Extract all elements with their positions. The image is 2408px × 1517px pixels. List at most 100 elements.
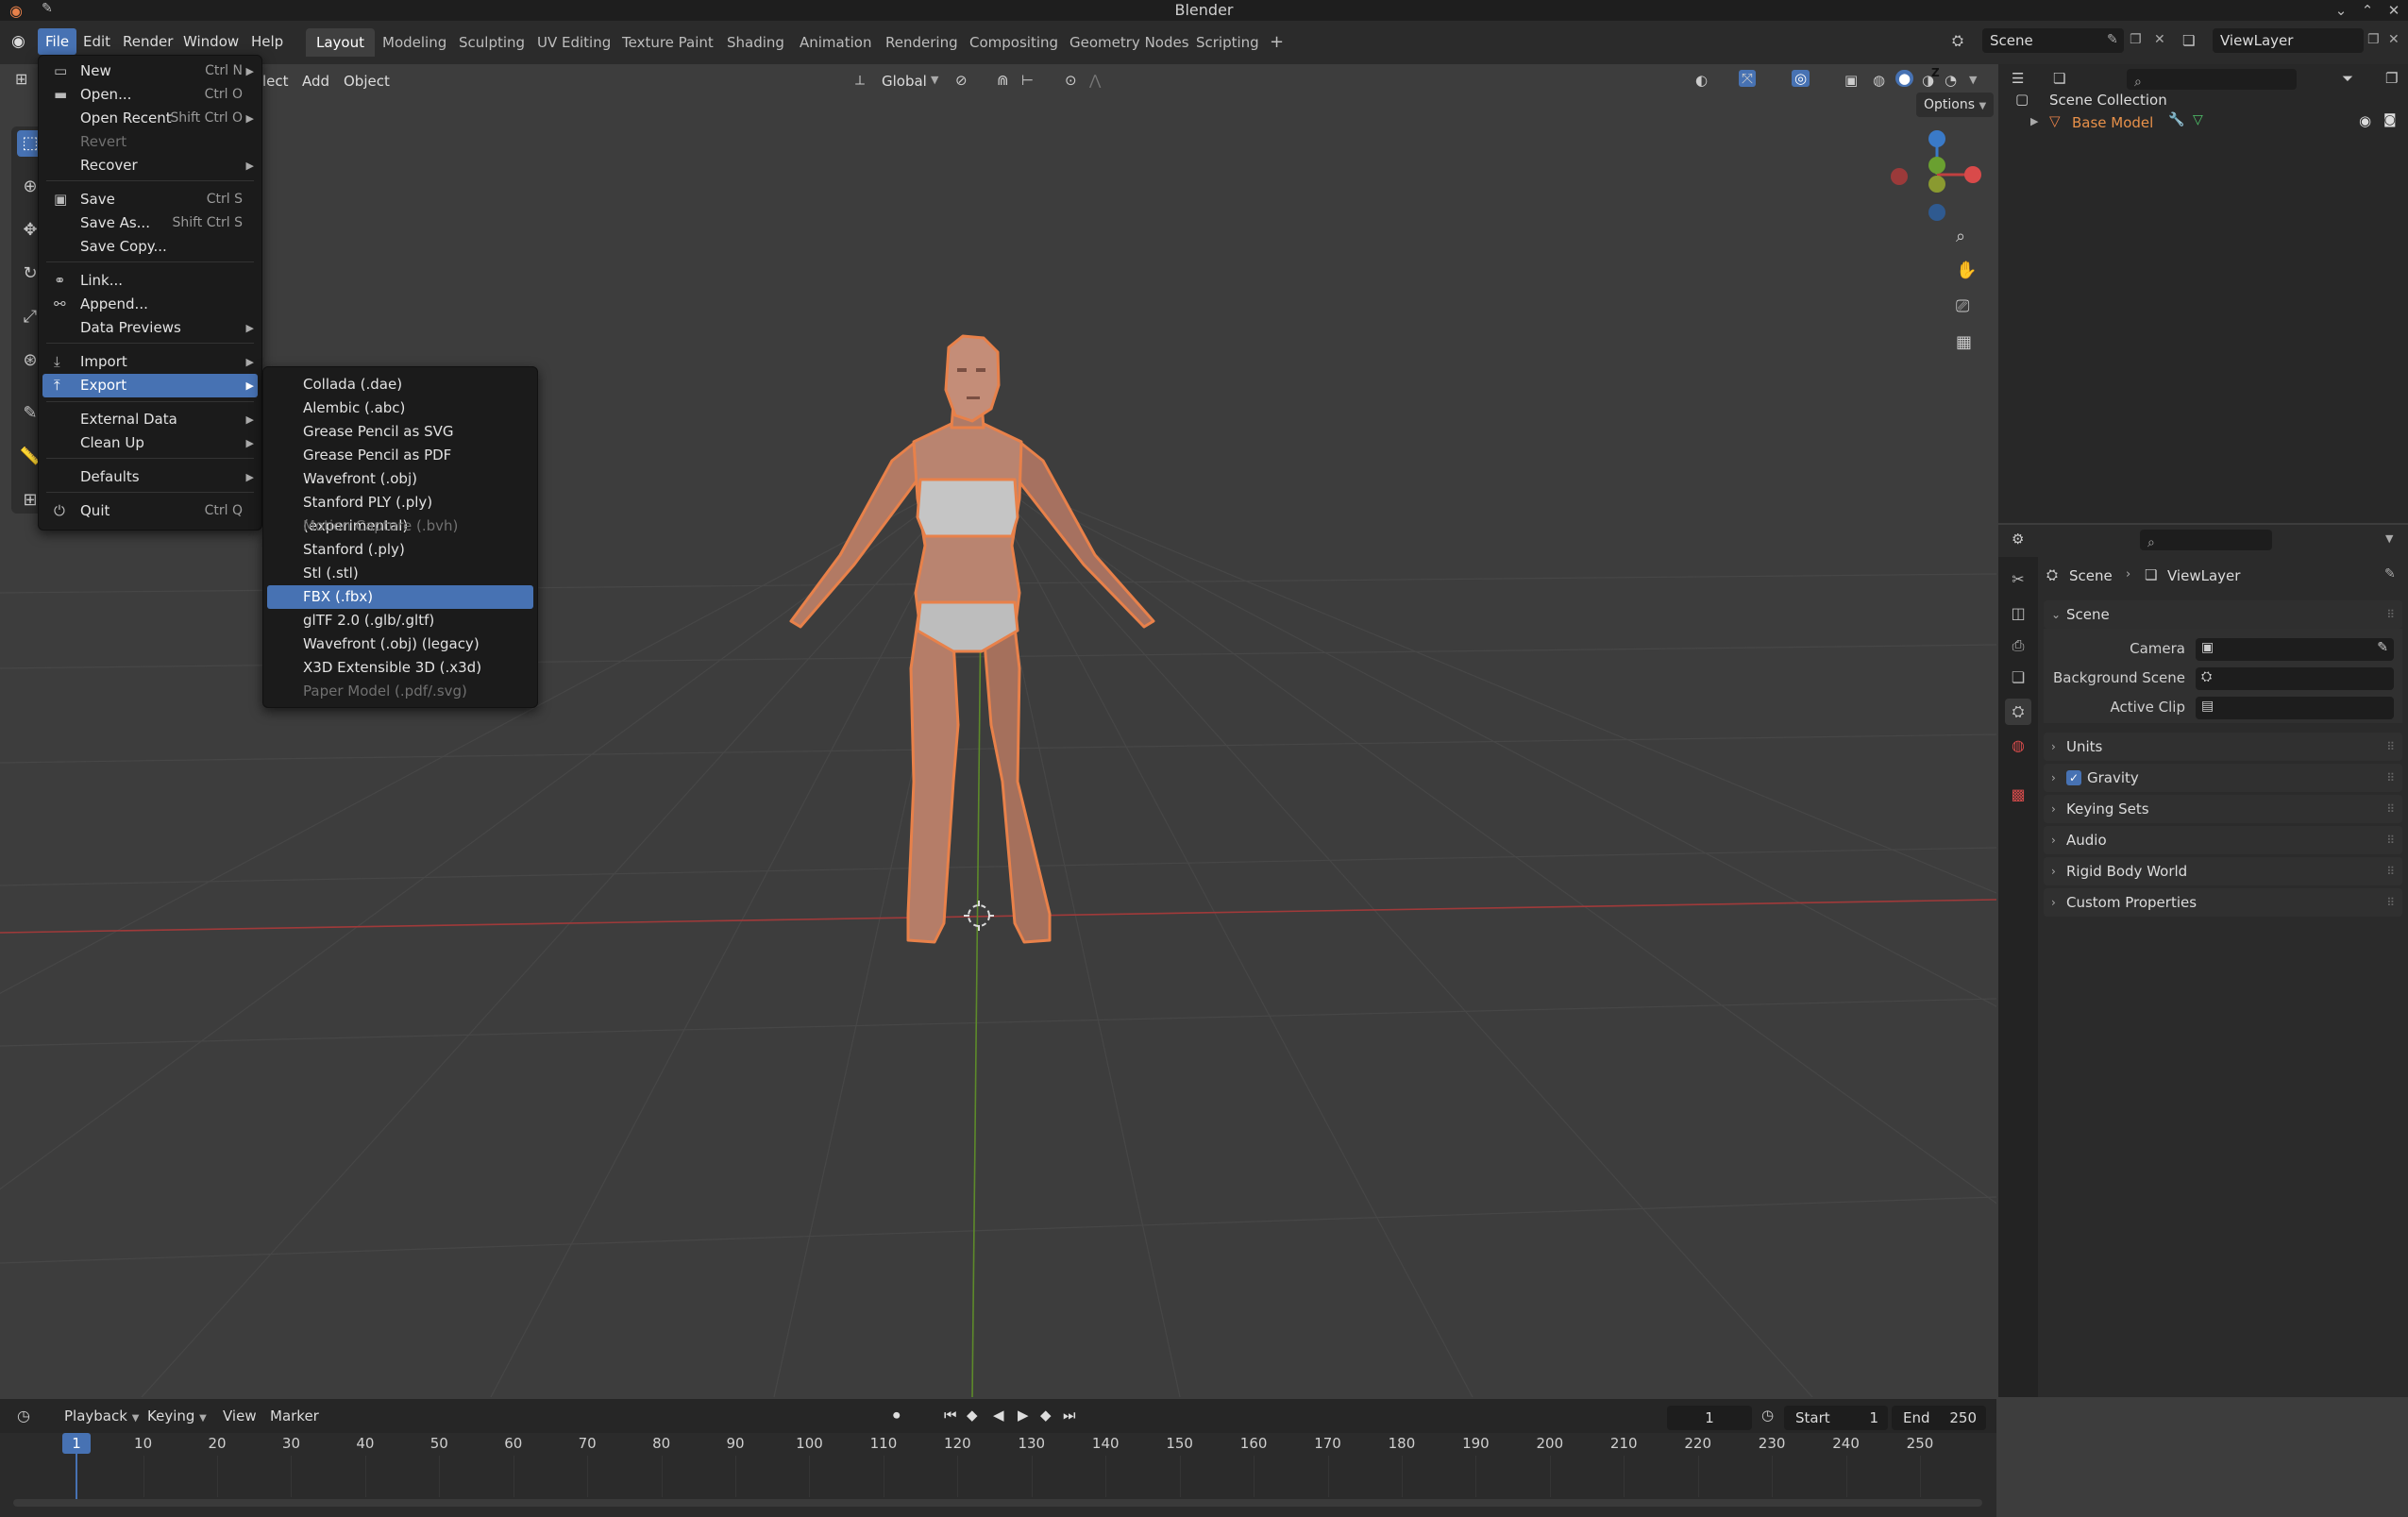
tab-uv-editing[interactable]: UV Editing xyxy=(527,28,621,57)
menu-item-import[interactable]: ⤓ Import ▶ xyxy=(42,350,258,374)
units-panel-header[interactable]: › Units ⠿ xyxy=(2044,733,2402,761)
modifier-wrench-icon[interactable]: 🔧 xyxy=(2168,112,2184,127)
play-icon[interactable]: ▶ xyxy=(1018,1407,1029,1424)
view-layer-tab-icon[interactable]: ❏ xyxy=(2005,665,2031,691)
menu-render[interactable]: Render xyxy=(115,28,180,55)
export-grease-pencil-pdf[interactable]: Grease Pencil as PDF xyxy=(267,444,533,467)
menu-item-open-recent[interactable]: Open Recent Shift Ctrl O ▶ xyxy=(42,107,258,130)
display-mode-icon[interactable]: ❏ xyxy=(2053,70,2065,87)
visibility-icon[interactable]: ◐ xyxy=(1695,72,1708,89)
jump-end-icon[interactable]: ⏭ xyxy=(1063,1407,1076,1424)
export-grease-pencil-svg[interactable]: Grease Pencil as SVG xyxy=(267,420,533,444)
menu-item-defaults[interactable]: Defaults ▶ xyxy=(42,465,258,489)
play-reverse-icon[interactable]: ◀ xyxy=(993,1407,1004,1424)
material-shading-icon[interactable]: ◑ xyxy=(1922,72,1934,89)
jump-start-icon[interactable]: ⏮ xyxy=(944,1407,957,1424)
tab-animation[interactable]: Animation xyxy=(789,28,882,57)
3d-viewport[interactable]: Z Y X ⌕ ✋ ⎚ ▦ xyxy=(0,64,1996,1397)
tab-scripting[interactable]: Scripting xyxy=(1186,28,1270,57)
scene-tab-icon[interactable]: ⛭ xyxy=(2005,699,2031,725)
gizmo-toggle-icon[interactable]: ⤧ xyxy=(1739,70,1757,87)
blender-menu-icon[interactable]: ◉ xyxy=(11,32,25,51)
eyedropper-icon[interactable]: ✎ xyxy=(2377,640,2388,655)
falloff-icon[interactable]: ⋀ xyxy=(1089,72,1101,89)
gravity-panel-header[interactable]: › ✓ Gravity ⠿ xyxy=(2044,764,2402,792)
drag-handle-icon[interactable]: ⠿ xyxy=(2386,888,2395,917)
rendered-shading-icon[interactable]: ◔ xyxy=(1945,72,1957,89)
tab-shading[interactable]: Shading xyxy=(716,28,795,57)
pin-scene-icon[interactable]: ✎ xyxy=(2107,32,2118,47)
menu-item-save-copy[interactable]: Save Copy... xyxy=(42,235,258,259)
marker-menu[interactable]: Marker xyxy=(270,1403,319,1429)
audio-panel-header[interactable]: › Audio ⠿ xyxy=(2044,826,2402,854)
new-scene-icon[interactable]: ❐ xyxy=(2130,32,2142,47)
export-wavefront-obj-legacy[interactable]: Wavefront (.obj) (legacy) xyxy=(267,632,533,656)
tab-texture-paint[interactable]: Texture Paint xyxy=(612,28,724,57)
xray-icon[interactable]: ▣ xyxy=(1844,72,1858,89)
menu-item-data-previews[interactable]: Data Previews ▶ xyxy=(42,316,258,340)
menu-item-save[interactable]: ▣ Save Ctrl S xyxy=(42,188,258,211)
menu-file[interactable]: File xyxy=(38,28,77,55)
export-gltf[interactable]: glTF 2.0 (.glb/.gltf) xyxy=(267,609,533,632)
current-frame-indicator[interactable]: 1 xyxy=(62,1433,91,1454)
expand-arrow-icon[interactable]: ▶ xyxy=(2030,115,2038,127)
pin-icon[interactable]: ✎ xyxy=(2384,566,2396,582)
prev-keyframe-icon[interactable]: ◆ xyxy=(967,1407,978,1424)
proportional-edit-icon[interactable]: ⊙ xyxy=(1065,72,1077,89)
minimize-icon[interactable]: ⌄ xyxy=(2328,0,2354,21)
scene-collection-label[interactable]: Scene Collection xyxy=(2049,92,2167,109)
drag-handle-icon[interactable]: ⠿ xyxy=(2386,600,2395,629)
menu-item-append[interactable]: ⚯ Append... xyxy=(42,293,258,316)
eye-icon[interactable]: ◉ xyxy=(2359,112,2371,129)
outliner-editor-type-icon[interactable]: ☰ xyxy=(2012,70,2024,87)
rigid-body-world-panel-header[interactable]: › Rigid Body World ⠿ xyxy=(2044,857,2402,885)
filter-icon[interactable]: ⏷ xyxy=(2342,70,2353,87)
wireframe-shading-icon[interactable]: ◍ xyxy=(1873,72,1885,89)
tab-geometry-nodes[interactable]: Geometry Nodes xyxy=(1059,28,1200,57)
keying-sets-panel-header[interactable]: › Keying Sets ⠿ xyxy=(2044,795,2402,823)
viewport-object-menu[interactable]: Object xyxy=(338,68,396,94)
drag-handle-icon[interactable]: ⠿ xyxy=(2386,733,2395,761)
export-x3d[interactable]: X3D Extensible 3D (.x3d) xyxy=(267,656,533,680)
tool-tab-icon[interactable]: ✂ xyxy=(2005,566,2031,593)
menu-help[interactable]: Help xyxy=(244,28,291,55)
mesh-data-icon[interactable]: ▽ xyxy=(2193,112,2203,127)
maximize-icon[interactable]: ⌃ xyxy=(2354,0,2381,21)
tab-rendering[interactable]: Rendering xyxy=(875,28,968,57)
background-scene-field[interactable]: ⛭ xyxy=(2196,667,2394,690)
texture-tab-icon[interactable]: ▩ xyxy=(2005,782,2031,808)
close-icon[interactable]: ✕ xyxy=(2381,0,2407,21)
drag-handle-icon[interactable]: ⠿ xyxy=(2386,826,2395,854)
menu-item-save-as[interactable]: Save As... Shift Ctrl S xyxy=(42,211,258,235)
solid-shading-icon[interactable]: ● xyxy=(1895,70,1914,87)
drag-handle-icon[interactable]: ⠿ xyxy=(2386,857,2395,885)
keying-menu[interactable]: Keying ▼ xyxy=(147,1403,207,1429)
timeline-editor-type-icon[interactable]: ◷ xyxy=(17,1407,30,1424)
drag-handle-icon[interactable]: ⠿ xyxy=(2386,795,2395,823)
scene-panel-header[interactable]: ⌄ Scene ⠿ xyxy=(2044,600,2402,629)
export-collada[interactable]: Collada (.dae) xyxy=(267,373,533,396)
gravity-checkbox[interactable]: ✓ xyxy=(2066,770,2081,785)
next-keyframe-icon[interactable]: ◆ xyxy=(1040,1407,1052,1424)
timeline-scrollbar[interactable] xyxy=(13,1499,1982,1507)
pan-hand-icon[interactable]: ✋ xyxy=(1956,261,1977,280)
export-fbx[interactable]: FBX (.fbx) xyxy=(267,585,533,609)
scene-selector[interactable]: Scene xyxy=(1982,28,2124,53)
properties-editor-type-icon[interactable]: ⚙ xyxy=(2012,531,2024,548)
menu-window[interactable]: Window xyxy=(176,28,246,55)
playback-menu[interactable]: Playback ▼ xyxy=(64,1403,139,1429)
output-tab-icon[interactable]: ⎙ xyxy=(2005,632,2031,659)
editor-type-icon[interactable]: ⊞ xyxy=(15,70,27,88)
menu-item-new[interactable]: ▭ New Ctrl N ▶ xyxy=(42,59,258,83)
drag-handle-icon[interactable]: ⠿ xyxy=(2386,764,2395,792)
tab-sculpting[interactable]: Sculpting xyxy=(448,28,535,57)
shading-options-icon[interactable]: ▼ xyxy=(1969,74,1977,86)
options-button[interactable]: Options ▼ xyxy=(1916,93,1995,117)
camera-field[interactable]: ▣ ✎ xyxy=(2196,638,2394,661)
delete-viewlayer-icon[interactable]: ✕ xyxy=(2388,32,2400,47)
snap-magnet-icon[interactable]: ⋒ xyxy=(997,72,1009,89)
viewlayer-selector[interactable]: ViewLayer xyxy=(2213,28,2364,53)
tab-compositing[interactable]: Compositing xyxy=(959,28,1069,57)
zoom-icon[interactable]: ⌕ xyxy=(1956,227,1965,246)
snap-target-icon[interactable]: ⊢ xyxy=(1021,72,1034,89)
